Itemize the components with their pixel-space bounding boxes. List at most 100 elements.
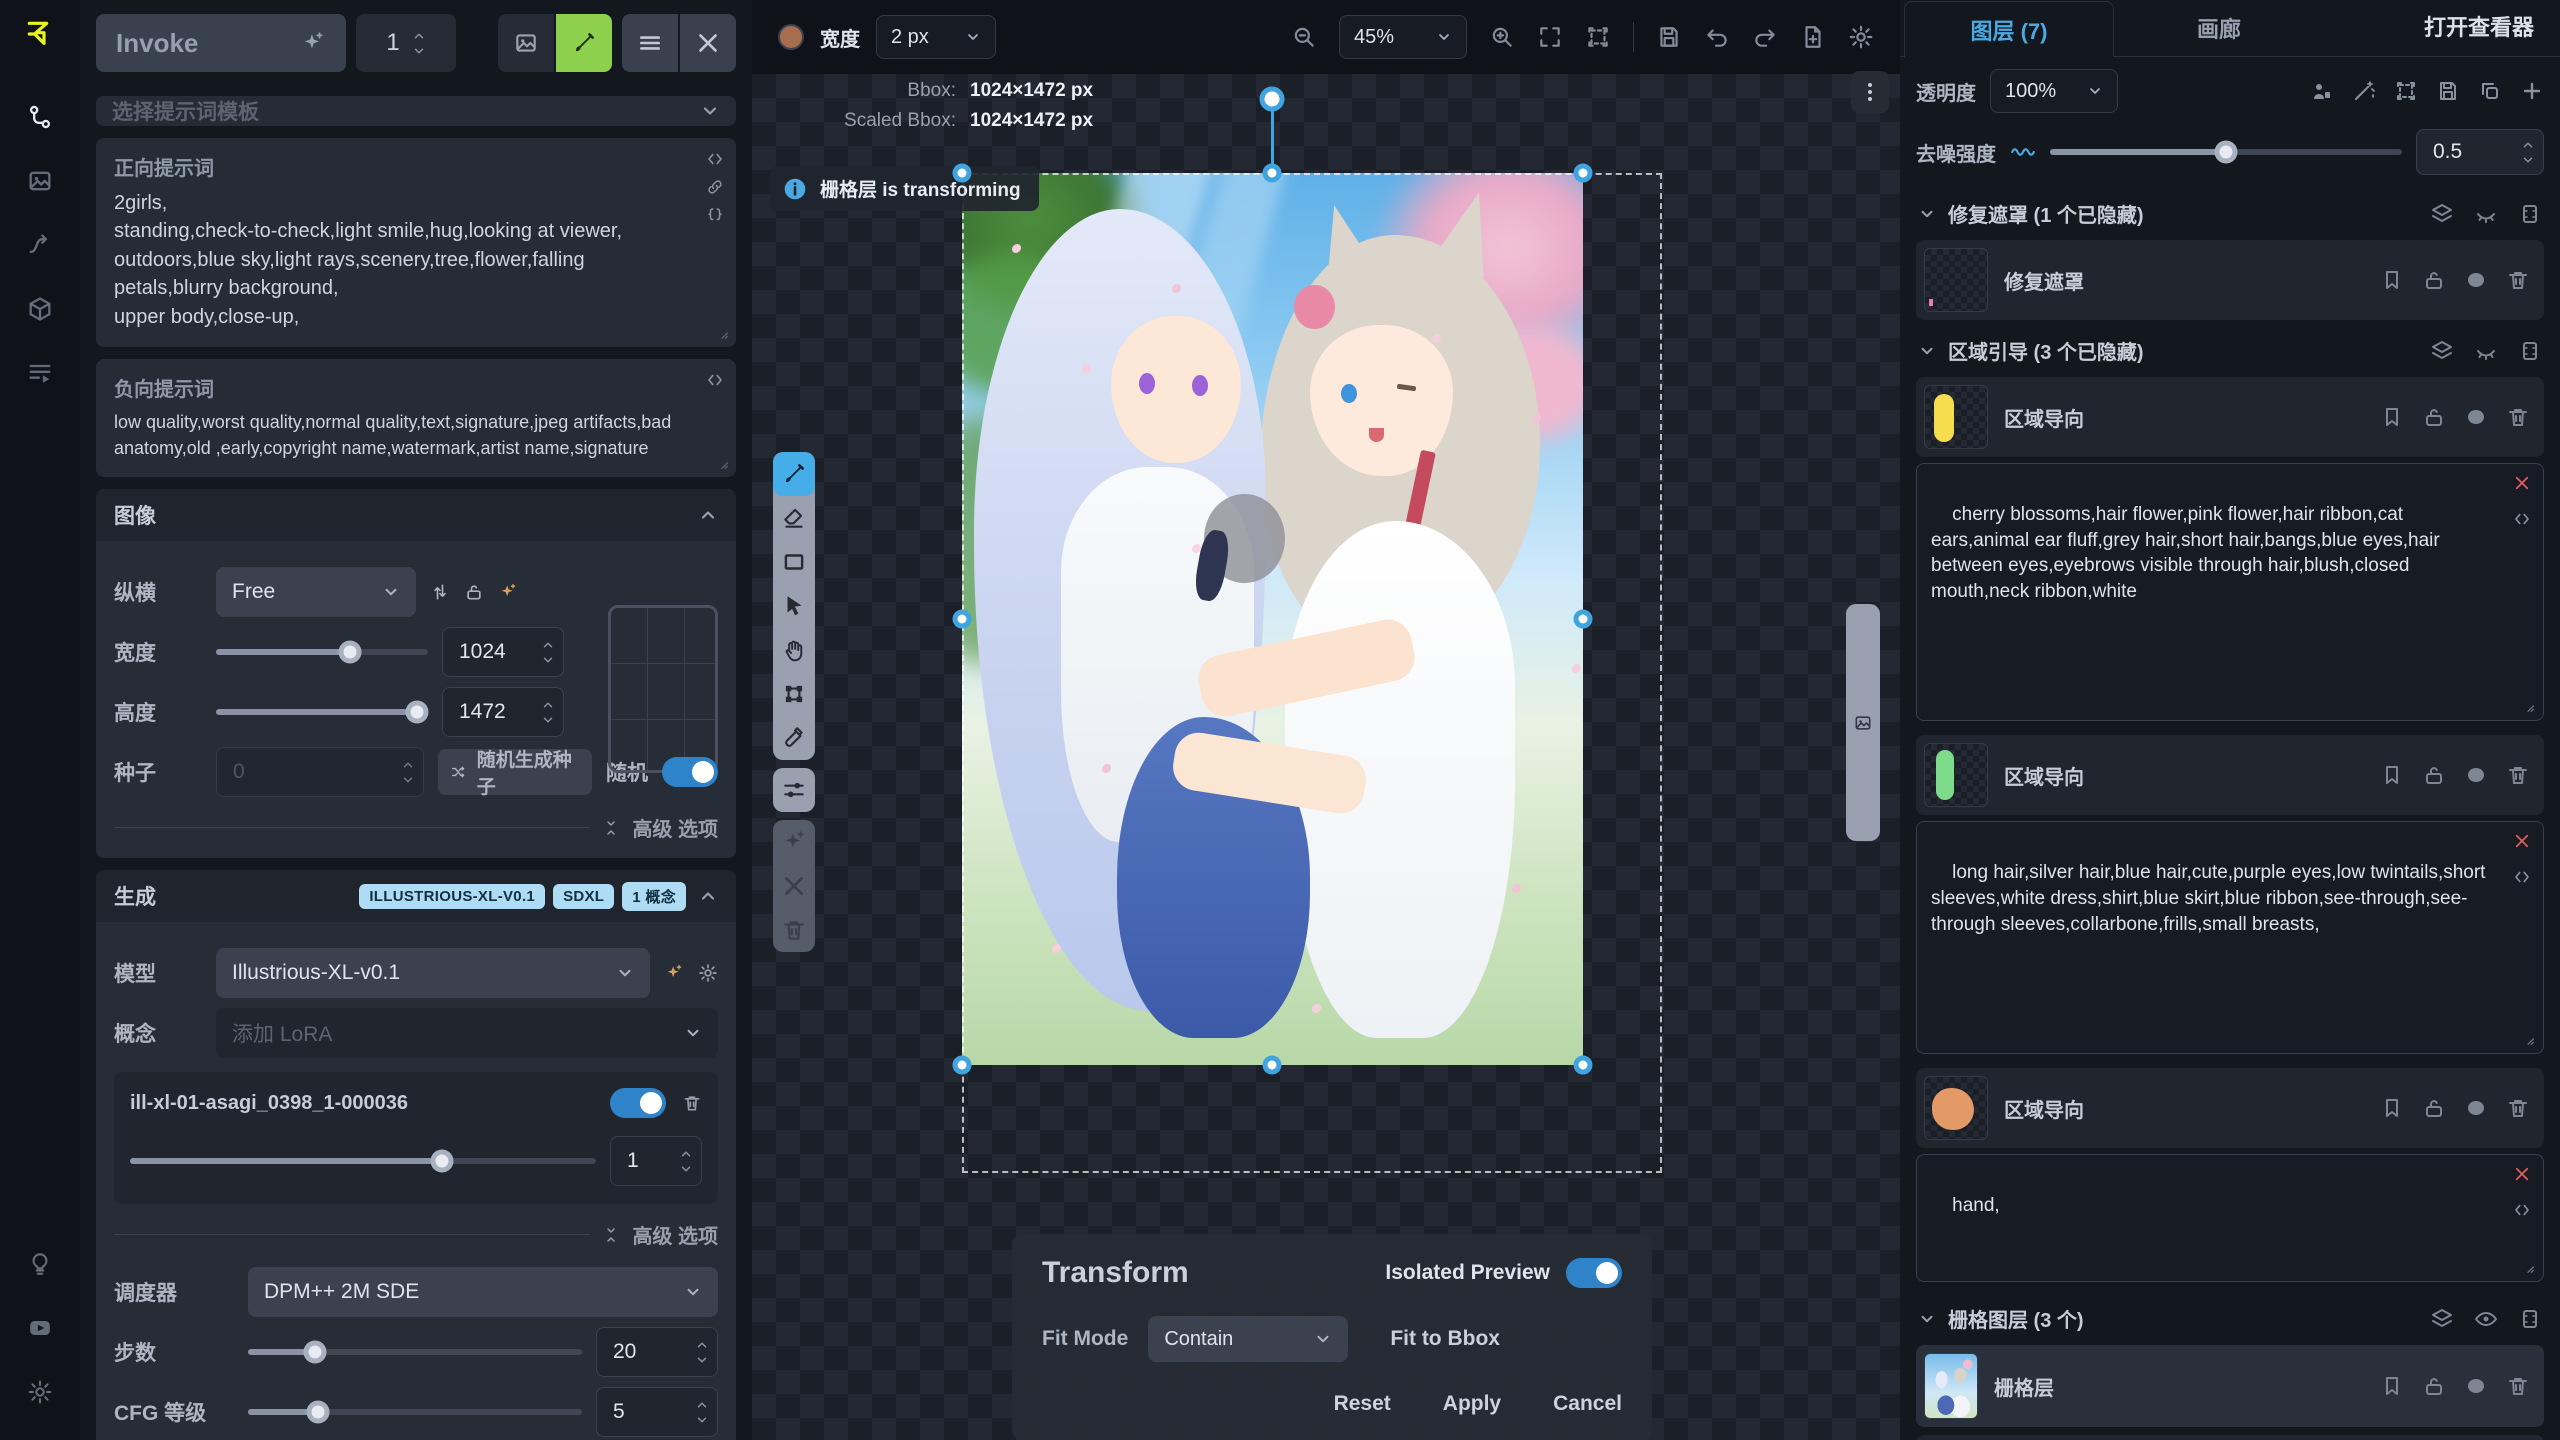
rotate-handle[interactable] bbox=[1260, 87, 1285, 112]
brush-width-select[interactable]: 2 px bbox=[876, 15, 996, 59]
move-tool[interactable] bbox=[773, 584, 815, 628]
canvas-context-menu-button[interactable] bbox=[1851, 71, 1889, 113]
opacity-circle-icon[interactable] bbox=[2464, 1374, 2488, 1398]
staging-preview-handle[interactable] bbox=[1846, 604, 1880, 841]
brush-color-swatch[interactable] bbox=[778, 24, 804, 50]
lora-select[interactable]: 添加 LoRA bbox=[216, 1008, 718, 1058]
lora-weight-stepper[interactable] bbox=[679, 1147, 693, 1176]
inpaint-mask-item[interactable]: 修复遮罩 bbox=[1916, 240, 2544, 320]
model-select[interactable]: Illustrious-XL-v0.1 bbox=[216, 948, 650, 998]
lock-icon[interactable] bbox=[2422, 763, 2446, 787]
bookmark-icon[interactable] bbox=[2380, 1096, 2404, 1120]
cfg-stepper[interactable] bbox=[695, 1398, 709, 1427]
positive-prompt-input[interactable]: 2girls, standing,check-to-check,light sm… bbox=[114, 189, 718, 331]
steps-slider[interactable] bbox=[248, 1349, 582, 1355]
lora-weight-input[interactable]: 1 bbox=[610, 1136, 702, 1186]
batch-count-arrows[interactable] bbox=[412, 29, 426, 58]
wand-icon[interactable] bbox=[2352, 79, 2376, 103]
opacity-circle-icon[interactable] bbox=[2464, 763, 2488, 787]
lock-icon[interactable] bbox=[2422, 1374, 2446, 1398]
resize-layer-icon[interactable] bbox=[2394, 79, 2418, 103]
eye-open-icon[interactable] bbox=[2474, 1307, 2498, 1331]
merge-layers-icon[interactable] bbox=[2430, 339, 2454, 363]
eye-closed-icon[interactable] bbox=[2474, 339, 2498, 363]
code-icon[interactable] bbox=[706, 371, 724, 389]
remove-prompt-icon[interactable] bbox=[2513, 474, 2531, 492]
optimize-sparkle-icon[interactable] bbox=[498, 582, 518, 602]
scheduler-select[interactable]: DPM++ 2M SDE bbox=[248, 1267, 718, 1317]
batch-count-stepper[interactable]: 1 bbox=[356, 14, 456, 72]
new-canvas-icon[interactable] bbox=[1800, 24, 1826, 50]
width-slider[interactable] bbox=[216, 649, 428, 655]
regional-guidance-item[interactable]: 区域导向 bbox=[1916, 735, 2544, 815]
bookmark-icon[interactable] bbox=[2380, 405, 2404, 429]
opacity-circle-icon[interactable] bbox=[2464, 1096, 2488, 1120]
bookmark-icon[interactable] bbox=[2380, 1374, 2404, 1398]
resize-handle-icon[interactable] bbox=[2520, 1259, 2536, 1275]
frame-icon[interactable] bbox=[2518, 1307, 2542, 1331]
raster-layers-section-header[interactable]: 栅格图层 (3 个) bbox=[1900, 1292, 2560, 1341]
lora-weight-slider[interactable] bbox=[130, 1158, 596, 1164]
help-bulb-icon[interactable] bbox=[16, 1240, 64, 1288]
bookmark-icon[interactable] bbox=[2380, 268, 2404, 292]
cfg-slider[interactable] bbox=[248, 1409, 582, 1415]
video-tutorials-icon[interactable] bbox=[16, 1304, 64, 1352]
trash-icon[interactable] bbox=[2506, 268, 2530, 292]
lock-icon[interactable] bbox=[2422, 1096, 2446, 1120]
image-section-header[interactable]: 图像 bbox=[96, 489, 736, 541]
lora-enabled-toggle[interactable] bbox=[610, 1088, 666, 1118]
swap-dimensions-icon[interactable] bbox=[430, 582, 450, 602]
select-object-icon[interactable] bbox=[2310, 79, 2334, 103]
prompt-template-select[interactable]: 选择提示词模板 bbox=[96, 96, 736, 126]
fit-mode-select[interactable]: Contain bbox=[1148, 1316, 1348, 1362]
resize-handle-icon[interactable] bbox=[2520, 698, 2536, 714]
width-input[interactable]: 1024 bbox=[442, 627, 564, 677]
code-icon[interactable] bbox=[2513, 868, 2531, 886]
denoise-input[interactable]: 0.5 bbox=[2416, 129, 2544, 175]
width-stepper[interactable] bbox=[541, 638, 555, 667]
seed-input[interactable]: 0 bbox=[216, 747, 424, 797]
steps-input[interactable]: 20 bbox=[596, 1327, 718, 1377]
lock-aspect-icon[interactable] bbox=[464, 582, 484, 602]
isolated-preview-toggle[interactable] bbox=[1566, 1258, 1622, 1288]
opacity-circle-icon[interactable] bbox=[2464, 268, 2488, 292]
denoise-slider[interactable] bbox=[2050, 149, 2402, 155]
process-tool[interactable] bbox=[773, 820, 815, 864]
transform-handle-nw[interactable] bbox=[953, 164, 972, 183]
rail-tab-queue-icon[interactable] bbox=[16, 349, 64, 397]
merge-layers-icon[interactable] bbox=[2430, 202, 2454, 226]
regional-guidance-section-header[interactable]: 区域引导 (3 个已隐藏) bbox=[1900, 324, 2560, 373]
steps-stepper[interactable] bbox=[695, 1338, 709, 1367]
denoise-stepper[interactable] bbox=[2521, 138, 2535, 167]
trash-icon[interactable] bbox=[2506, 405, 2530, 429]
cancel-tool[interactable] bbox=[773, 864, 815, 908]
transform-tool[interactable] bbox=[773, 672, 815, 716]
resize-handle-icon[interactable] bbox=[714, 325, 730, 341]
lock-icon[interactable] bbox=[2422, 405, 2446, 429]
opacity-circle-icon[interactable] bbox=[2464, 405, 2488, 429]
open-viewer-button[interactable]: 打开查看器 bbox=[2424, 10, 2556, 56]
opacity-select[interactable]: 100% bbox=[1990, 69, 2118, 113]
delete-tool[interactable] bbox=[773, 908, 815, 952]
cfg-input[interactable]: 5 bbox=[596, 1387, 718, 1437]
height-stepper[interactable] bbox=[541, 698, 555, 727]
zoom-in-icon[interactable] bbox=[1489, 24, 1515, 50]
rail-tab-models-icon[interactable] bbox=[16, 285, 64, 333]
merge-layers-icon[interactable] bbox=[2430, 1307, 2454, 1331]
remove-prompt-icon[interactable] bbox=[2513, 832, 2531, 850]
duplicate-layer-icon[interactable] bbox=[2478, 79, 2502, 103]
resize-handle-icon[interactable] bbox=[2520, 1031, 2536, 1047]
add-layer-icon[interactable] bbox=[2520, 79, 2544, 103]
tab-layers[interactable]: 图层 (7) bbox=[1904, 1, 2114, 57]
reset-button[interactable]: Reset bbox=[1334, 1392, 1391, 1416]
remove-prompt-icon[interactable] bbox=[2513, 1165, 2531, 1183]
resize-handle-icon[interactable] bbox=[714, 455, 730, 471]
random-seed-button[interactable]: 随机生成种子 bbox=[438, 749, 592, 795]
braces-icon[interactable] bbox=[706, 206, 724, 224]
menu-button[interactable] bbox=[622, 14, 678, 72]
transform-handle-se[interactable] bbox=[1574, 1056, 1593, 1075]
close-panel-button[interactable] bbox=[680, 14, 736, 72]
tab-gallery[interactable]: 画廊 bbox=[2114, 0, 2324, 56]
invoke-button[interactable]: Invoke bbox=[96, 14, 346, 72]
code-icon[interactable] bbox=[2513, 510, 2531, 528]
